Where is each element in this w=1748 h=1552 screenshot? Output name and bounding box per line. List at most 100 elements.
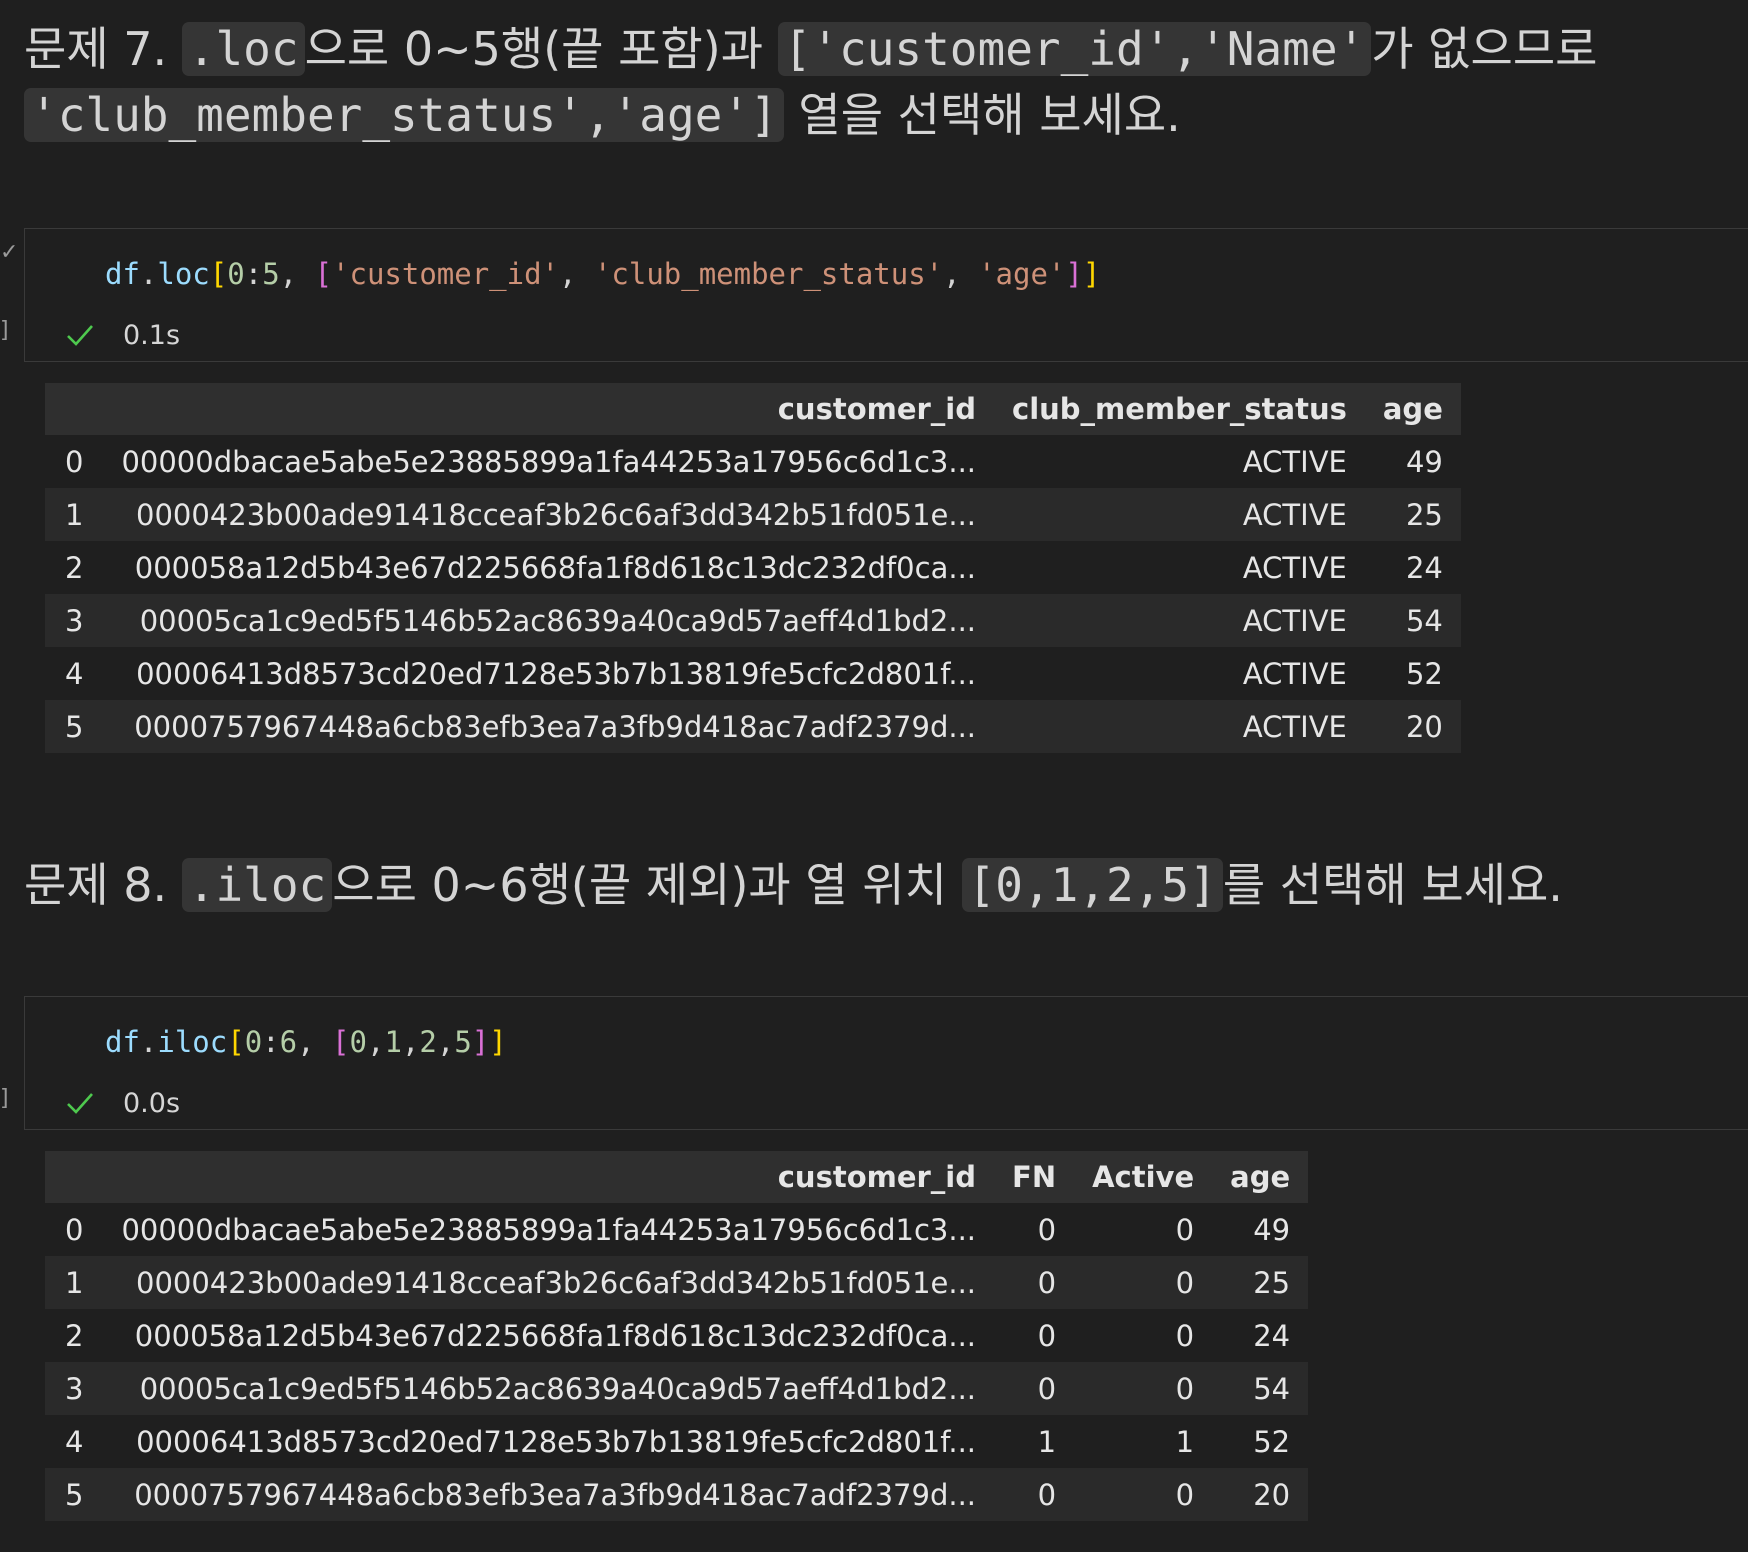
table-cell: 24 [1212, 1309, 1309, 1362]
table-cell: 20 [1212, 1468, 1309, 1521]
table-cell: 1 [1074, 1415, 1213, 1468]
table-cell: ACTIVE [994, 541, 1365, 594]
table-cell: 24 [1364, 541, 1461, 594]
code-cell-2[interactable]: df.iloc[0:6, [0,1,2,5]] 0.0s [24, 996, 1748, 1130]
table-cell: 52 [1212, 1415, 1309, 1468]
check-icon [67, 1093, 93, 1114]
table-row: 3 00005ca1c9ed5f5146b52ac8639a40ca9d57aef… [45, 594, 1461, 647]
row-index: 1 [45, 488, 104, 541]
code-token: , [279, 257, 315, 291]
question-8-text-2: 를 선택해 보세요. [1222, 858, 1563, 912]
table-cell: 52 [1364, 647, 1461, 700]
table-cell: 00000dbacae5abe5e23885899a1fa44253a17956… [103, 1203, 995, 1256]
code-token: ] [1082, 257, 1101, 291]
table-cell: 0000423b00ade91418cceaf3b26c6af3dd342b51… [103, 1256, 995, 1309]
question-7-text: 문제 7. .loc 으로 0~5행(끝 포함)과 ['customer_id',… [24, 16, 1724, 148]
table-cell: 00005ca1c9ed5f5146b52ac8639a40ca9d57aeff… [103, 1362, 995, 1415]
code-cell-1[interactable]: df.loc[0:5, ['customer_id', 'club_member… [24, 228, 1748, 362]
code-cell-2-source[interactable]: df.iloc[0:6, [0,1,2,5]] [105, 1025, 507, 1059]
dataframe-output-1: customer_id club_member_status age 0 00000db… [45, 383, 1461, 753]
column-header: FN [994, 1151, 1075, 1203]
column-header: customer_id [103, 383, 995, 435]
code-token: , [401, 1025, 420, 1059]
cell-1-status: 0.1s [65, 315, 180, 355]
table-cell: 0 [1074, 1203, 1213, 1256]
code-cell-1-source[interactable]: df.loc[0:5, ['customer_id', 'club_member… [105, 257, 1100, 291]
table-cell: ACTIVE [994, 488, 1365, 541]
table-cell: 1 [994, 1415, 1075, 1468]
row-index: 0 [45, 435, 104, 488]
question-7-text-1: 으로 0~5행(끝 포함)과 [304, 22, 764, 76]
code-token: , [559, 257, 594, 291]
code-token: 0 [349, 1025, 367, 1059]
column-header: age [1364, 383, 1461, 435]
table-row: 5 0000757967448a6cb83efb3ea7a3fb9d418ac7a… [45, 1468, 1309, 1521]
table-cell: 0000423b00ade91418cceaf3b26c6af3dd342b51… [103, 488, 995, 541]
code-token: 'club_member_status' [593, 257, 944, 291]
table-cell: ACTIVE [994, 700, 1365, 753]
table-cell: 0 [1074, 1468, 1213, 1521]
table-row: 2 000058a12d5b43e67d225668fa1f8d618c13dc2… [45, 541, 1461, 594]
row-index: 3 [45, 1362, 104, 1415]
table-cell: 54 [1364, 594, 1461, 647]
table-cell: 000058a12d5b43e67d225668fa1f8d618c13dc23… [103, 1309, 995, 1362]
column-header [45, 383, 104, 435]
dataframe-output-2: customer_id FN Active age 0 00000dbacae5abe5e… [45, 1151, 1309, 1521]
collapse-chevron-icon[interactable]: ✓ [0, 240, 18, 265]
table-cell: 0 [994, 1309, 1075, 1362]
code-token: , [366, 1025, 385, 1059]
question-7-label: 문제 7. [24, 22, 168, 76]
table-cell: 00006413d8573cd20ed7128e53b7b13819fe5cfc… [103, 1415, 995, 1468]
table-row: 1 0000423b00ade91418cceaf3b26c6af3dd342b5… [45, 1256, 1309, 1309]
table-row: 1 0000423b00ade91418cceaf3b26c6af3dd342b5… [45, 488, 1461, 541]
question-8-text: 문제 8. .iloc 으로 0~6행(끝 제외)과 열 위치 [0,1,2,5]… [24, 852, 1724, 918]
question-7-code-loc: .loc [181, 22, 305, 76]
code-token: [ [332, 1025, 350, 1059]
question-7-text-3: 열을 선택해 보세요. [798, 88, 1181, 142]
code-token: 'customer_id' [332, 257, 560, 291]
table-cell: 00006413d8573cd20ed7128e53b7b13819fe5cfc… [103, 647, 995, 700]
table-cell: ACTIVE [994, 435, 1365, 488]
code-token: , [297, 1025, 333, 1059]
cell-bracket-icon[interactable]: ] [0, 1086, 10, 1111]
code-token: 0 [244, 1025, 263, 1059]
code-token: df [105, 1025, 140, 1059]
code-token: : [244, 257, 263, 291]
table-cell: 0 [1074, 1309, 1213, 1362]
table-cell: 00005ca1c9ed5f5146b52ac8639a40ca9d57aeff… [103, 594, 995, 647]
table-cell: 0 [994, 1362, 1075, 1415]
cell-bracket-icon[interactable]: ] [0, 318, 10, 343]
row-index: 4 [45, 1415, 104, 1468]
column-header [45, 1151, 104, 1203]
table-header-row: customer_id club_member_status age [45, 383, 1461, 435]
code-token: 'age' [978, 257, 1066, 291]
code-token: 5 [454, 1025, 472, 1059]
row-index: 5 [45, 1468, 104, 1521]
table-cell: ACTIVE [994, 647, 1365, 700]
code-token: ] [489, 1025, 507, 1059]
question-8-label: 문제 8. [24, 858, 168, 912]
code-token: ] [471, 1025, 490, 1059]
code-token: : [262, 1025, 280, 1059]
table-cell: 0000757967448a6cb83efb3ea7a3fb9d418ac7ad… [103, 700, 995, 753]
row-index: 4 [45, 647, 104, 700]
table-row: 4 00006413d8573cd20ed7128e53b7b13819fe5cf… [45, 1415, 1309, 1468]
code-token: ] [1065, 257, 1083, 291]
code-token: loc [157, 257, 210, 291]
table-cell: 54 [1212, 1362, 1309, 1415]
table-row: 0 00000dbacae5abe5e23885899a1fa44253a1795… [45, 435, 1461, 488]
cell-2-status: 0.0s [65, 1083, 180, 1123]
table-cell: 0 [1074, 1362, 1213, 1415]
row-index: 0 [45, 1203, 104, 1256]
code-token: iloc [157, 1025, 228, 1059]
row-index: 2 [45, 541, 104, 594]
code-token: [ [227, 1025, 245, 1059]
row-index: 5 [45, 700, 104, 753]
table-cell: 0 [994, 1468, 1075, 1521]
column-header: club_member_status [994, 383, 1365, 435]
question-7-text-2: 가 없으므로 [1371, 22, 1598, 76]
table-cell: 0000757967448a6cb83efb3ea7a3fb9d418ac7ad… [103, 1468, 995, 1521]
table-cell: 20 [1364, 700, 1461, 753]
column-header: Active [1074, 1151, 1213, 1203]
table-cell: 49 [1212, 1203, 1309, 1256]
